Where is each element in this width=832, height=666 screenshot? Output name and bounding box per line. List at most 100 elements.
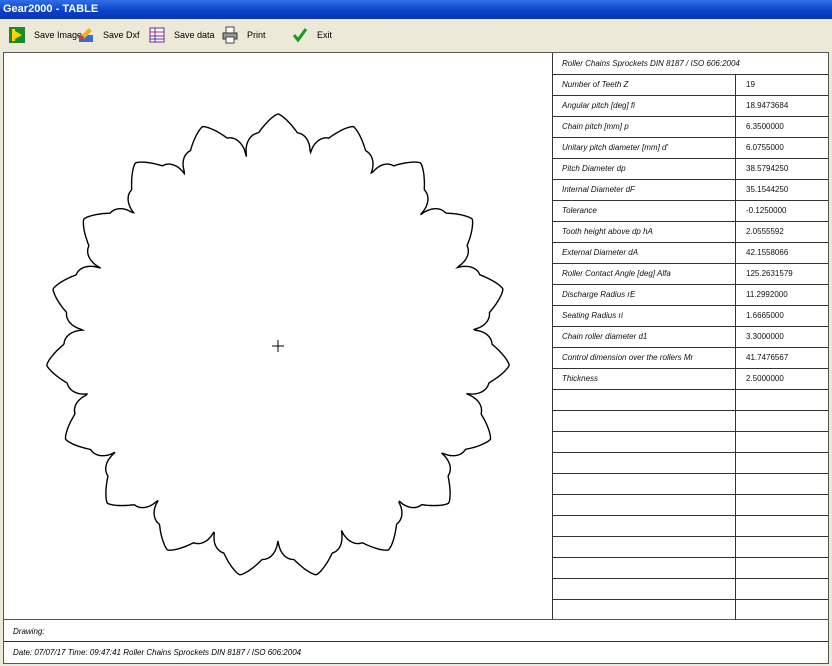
param-value: 41.7476567 — [746, 353, 789, 362]
param-value — [737, 578, 828, 599]
exit-label: Exit — [317, 30, 333, 40]
param-value — [737, 536, 828, 557]
param-value — [737, 452, 828, 473]
checkmark-icon — [291, 26, 309, 44]
param-value: 35.1544250 — [746, 185, 789, 194]
save-dxf-label: Save Dxf — [103, 30, 140, 40]
save-image-label: Save Image — [34, 30, 83, 40]
table-row: Tolerance -0.1250000 — [553, 200, 828, 222]
table-row: Roller Contact Angle [deg] Alfa 125.26315… — [553, 263, 828, 285]
print-button[interactable]: Print — [221, 24, 266, 46]
param-value: 19 — [746, 80, 755, 89]
param-label: Tooth height above dp hA — [553, 221, 736, 242]
window-title-bar: Gear2000 - TABLE — [0, 0, 832, 19]
param-label: External Diameter dA — [553, 242, 736, 263]
table-row: Tooth height above dp hA 2.0555592 — [553, 221, 828, 243]
table-row: External Diameter dA 42.1558066 — [553, 242, 828, 264]
param-label — [553, 473, 736, 494]
param-label: Internal Diameter dF — [553, 179, 736, 200]
param-value: 42.1558066 — [746, 248, 789, 257]
table-row — [553, 578, 828, 600]
param-value — [737, 599, 828, 620]
param-label: Pitch Diameter dp — [553, 158, 736, 179]
table-row — [553, 431, 828, 453]
table-row — [553, 599, 828, 621]
window-title: Gear2000 - TABLE — [3, 3, 99, 15]
table-row — [553, 494, 828, 516]
param-value — [737, 410, 828, 431]
table-header-row: Roller Chains Sprockets DIN 8187 / ISO 6… — [553, 53, 828, 75]
param-value — [737, 431, 828, 452]
param-label — [553, 515, 736, 536]
param-value — [737, 494, 828, 515]
table-icon — [148, 26, 166, 44]
table-row: Number of Teeth Z 19 — [553, 74, 828, 96]
param-label: Seating Radius ri — [553, 305, 736, 326]
footer-panel: Drawing: Date: 07/07/17 Time: 09:47:41 R… — [3, 620, 829, 664]
table-row: Thickness 2.5000000 — [553, 368, 828, 390]
param-value: 18.9473684 — [746, 101, 789, 110]
param-value: 2.0555592 — [746, 227, 784, 236]
param-label — [553, 536, 736, 557]
param-value: 6.0755000 — [746, 143, 784, 152]
param-value: 3.3000000 — [746, 332, 784, 341]
param-label — [553, 557, 736, 578]
toolbar: Save Image Save Dxf Save data Print Exit — [0, 19, 832, 50]
table-row: Seating Radius ri 1.6665000 — [553, 305, 828, 327]
table-row: Control dimension over the rollers Mr 41.… — [553, 347, 828, 369]
param-label: Angular pitch [deg] fi — [553, 95, 736, 116]
table-row — [553, 410, 828, 432]
drawing-area — [4, 53, 553, 619]
main-panel: Roller Chains Sprockets DIN 8187 / ISO 6… — [3, 52, 829, 621]
param-label — [553, 452, 736, 473]
table-row: Unitary pitch diameter [mm] d' 6.0755000 — [553, 137, 828, 159]
table-row — [553, 389, 828, 411]
param-value — [737, 473, 828, 494]
sprocket-drawing — [46, 113, 510, 576]
param-value: -0.1250000 — [746, 206, 787, 215]
exit-button[interactable]: Exit — [291, 24, 332, 46]
param-label — [553, 410, 736, 431]
param-value — [737, 389, 828, 410]
table-row: Pitch Diameter dp 38.5794250 — [553, 158, 828, 180]
table-row — [553, 473, 828, 495]
param-label: Roller Contact Angle [deg] Alfa — [553, 263, 736, 284]
table-row: Discharge Radius rE 11.2992000 — [553, 284, 828, 306]
param-label — [553, 578, 736, 599]
save-dxf-icon — [77, 26, 95, 44]
table-row — [553, 515, 828, 537]
table-header: Roller Chains Sprockets DIN 8187 / ISO 6… — [562, 59, 740, 68]
param-value — [737, 557, 828, 578]
table-row — [553, 536, 828, 558]
param-label: Chain pitch [mm] p — [553, 116, 736, 137]
save-image-button[interactable]: Save Image — [8, 24, 82, 46]
param-label — [553, 494, 736, 515]
param-label: Number of Teeth Z — [553, 74, 736, 95]
param-value: 38.5794250 — [746, 164, 789, 173]
save-image-icon — [8, 26, 26, 44]
param-value: 6.3500000 — [746, 122, 784, 131]
param-label: Control dimension over the rollers Mr — [553, 347, 736, 368]
param-label: Discharge Radius rE — [553, 284, 736, 305]
drawing-label: Drawing: — [13, 627, 45, 636]
print-label: Print — [247, 30, 266, 40]
table-row: Chain pitch [mm] p 6.3500000 — [553, 116, 828, 138]
table-row: Internal Diameter dF 35.1544250 — [553, 179, 828, 201]
param-value: 11.2992000 — [746, 290, 788, 299]
param-label — [553, 599, 736, 620]
table-row: Angular pitch [deg] fi 18.9473684 — [553, 95, 828, 117]
param-label: Chain roller diameter d1 — [553, 326, 736, 347]
param-label: Unitary pitch diameter [mm] d' — [553, 137, 736, 158]
param-value: 2.5000000 — [746, 374, 784, 383]
param-value — [737, 515, 828, 536]
param-label: Tolerance — [553, 200, 736, 221]
param-label — [553, 431, 736, 452]
save-data-button[interactable]: Save data — [148, 24, 215, 46]
save-dxf-button[interactable]: Save Dxf — [77, 24, 140, 46]
table-row — [553, 452, 828, 474]
printer-icon — [221, 26, 239, 44]
param-value: 125.2631579 — [746, 269, 793, 278]
footer-info: Date: 07/07/17 Time: 09:47:41 Roller Cha… — [13, 648, 302, 657]
param-label: Thickness — [553, 368, 736, 389]
table-row: Chain roller diameter d1 3.3000000 — [553, 326, 828, 348]
